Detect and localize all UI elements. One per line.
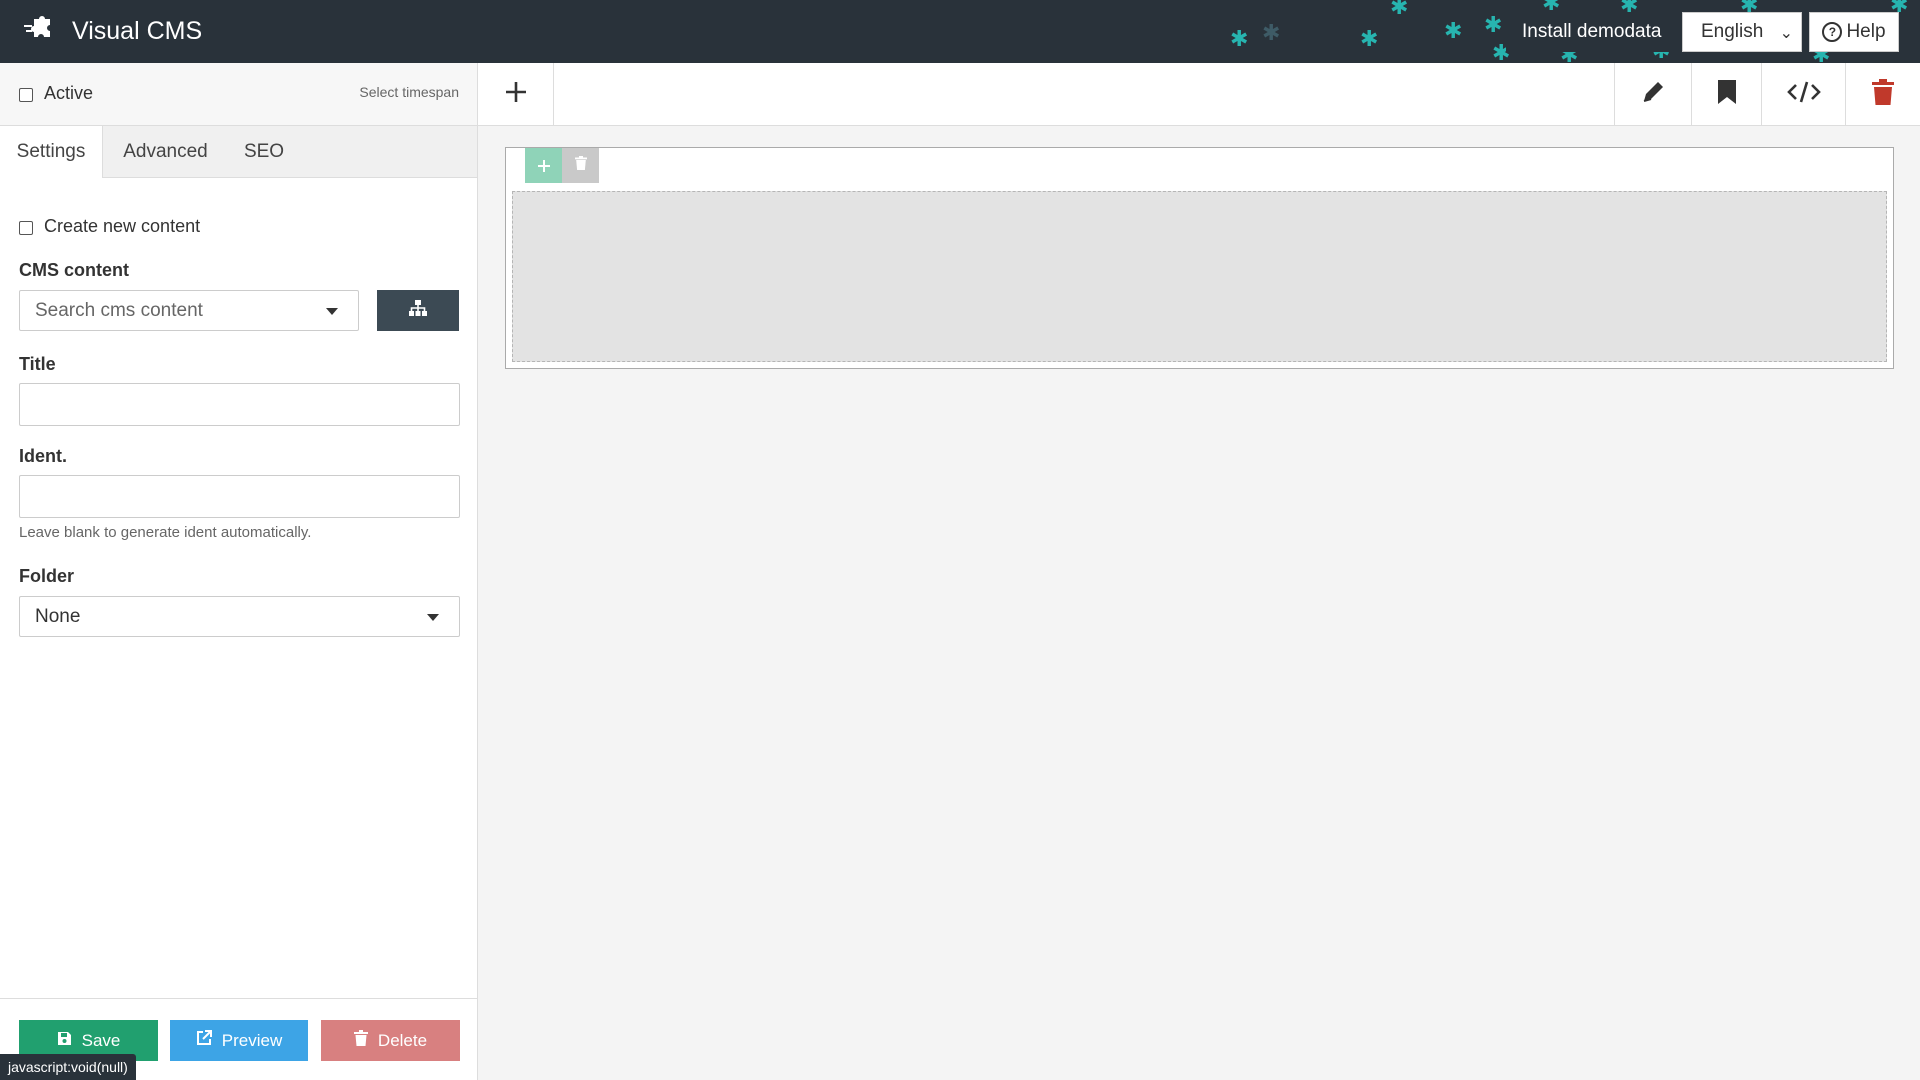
ident-help-text: Leave blank to generate ident automatica… — [19, 524, 312, 541]
tab-seo[interactable]: SEO — [229, 126, 299, 177]
help-button[interactable]: ? Help — [1809, 12, 1899, 52]
pencil-icon — [1640, 79, 1666, 110]
cms-content-placeholder: Search cms content — [35, 299, 203, 321]
create-new-content-label[interactable]: Create new content — [44, 216, 200, 237]
caret-down-icon — [427, 613, 439, 621]
folder-value: None — [35, 605, 81, 627]
add-block-button[interactable] — [478, 63, 553, 125]
bookmark-button[interactable] — [1692, 63, 1761, 125]
delete-page-button[interactable] — [1846, 63, 1920, 125]
save-label: Save — [81, 1030, 121, 1050]
language-select[interactable]: English ⌄ — [1682, 12, 1802, 52]
block-add-button[interactable] — [525, 148, 562, 183]
edit-button[interactable] — [1615, 63, 1691, 125]
title-input[interactable] — [19, 383, 460, 426]
help-label: Help — [1846, 21, 1886, 42]
app-title: Visual CMS — [72, 17, 203, 45]
cms-content-select[interactable]: Search cms content — [19, 290, 359, 331]
trash-icon — [574, 156, 587, 175]
active-checkbox[interactable] — [19, 88, 33, 102]
block-drop-zone[interactable] — [512, 191, 1887, 362]
brand[interactable]: Visual CMS — [22, 0, 202, 63]
chevron-down-icon: ⌄ — [1779, 25, 1793, 42]
sitemap-icon — [408, 299, 428, 322]
tab-advanced[interactable]: Advanced — [102, 126, 229, 177]
preview-button[interactable]: Preview — [170, 1020, 308, 1061]
sidebar: Active Select timespan Settings Advanced… — [0, 63, 478, 1080]
select-timespan-link[interactable]: Select timespan — [359, 84, 459, 100]
plus-icon — [537, 153, 551, 179]
active-label[interactable]: Active — [44, 83, 93, 104]
delete-button[interactable]: Delete — [321, 1020, 460, 1061]
status-bar-url: javascript:void(null) — [0, 1054, 136, 1080]
ident-label: Ident. — [19, 446, 67, 466]
tab-settings[interactable]: Settings — [0, 126, 103, 178]
question-circle-icon: ? — [1822, 22, 1843, 42]
toolbar-divider — [553, 63, 554, 125]
top-bar: Visual CMS ✱ ✱ ✱ ✱ ✱ ✱ ✱ ✱ ✱ ✱ ✱ ✱ ✱ ✱ I… — [0, 0, 1920, 63]
cms-content-label: CMS content — [19, 260, 129, 280]
caret-down-icon — [326, 307, 338, 315]
plus-icon — [504, 80, 528, 109]
folder-select[interactable]: None — [19, 596, 460, 637]
active-row: Active Select timespan — [0, 63, 477, 126]
bookmark-icon — [1717, 79, 1737, 110]
code-view-button[interactable] — [1762, 63, 1845, 125]
content-block — [505, 147, 1894, 369]
preview-label: Preview — [221, 1030, 283, 1050]
save-icon — [57, 1031, 72, 1051]
install-demodata-button[interactable]: Install demodata — [1506, 12, 1678, 52]
delete-label: Delete — [377, 1030, 428, 1050]
title-label: Title — [19, 354, 56, 374]
sitemap-tree-button[interactable] — [377, 290, 459, 331]
trash-icon — [1872, 78, 1894, 110]
ident-input[interactable] — [19, 475, 460, 518]
code-icon — [1786, 80, 1821, 109]
editor-toolbar — [478, 63, 1920, 126]
folder-label: Folder — [19, 566, 75, 586]
footer-divider — [0, 998, 477, 999]
external-link-icon — [196, 1030, 212, 1051]
puzzle-logo-icon — [22, 11, 58, 52]
create-new-content-checkbox[interactable] — [19, 221, 33, 235]
language-value: English — [1701, 21, 1764, 42]
trash-icon — [353, 1030, 368, 1051]
tab-bar: Settings Advanced SEO — [0, 126, 477, 178]
block-delete-button[interactable] — [562, 148, 599, 183]
